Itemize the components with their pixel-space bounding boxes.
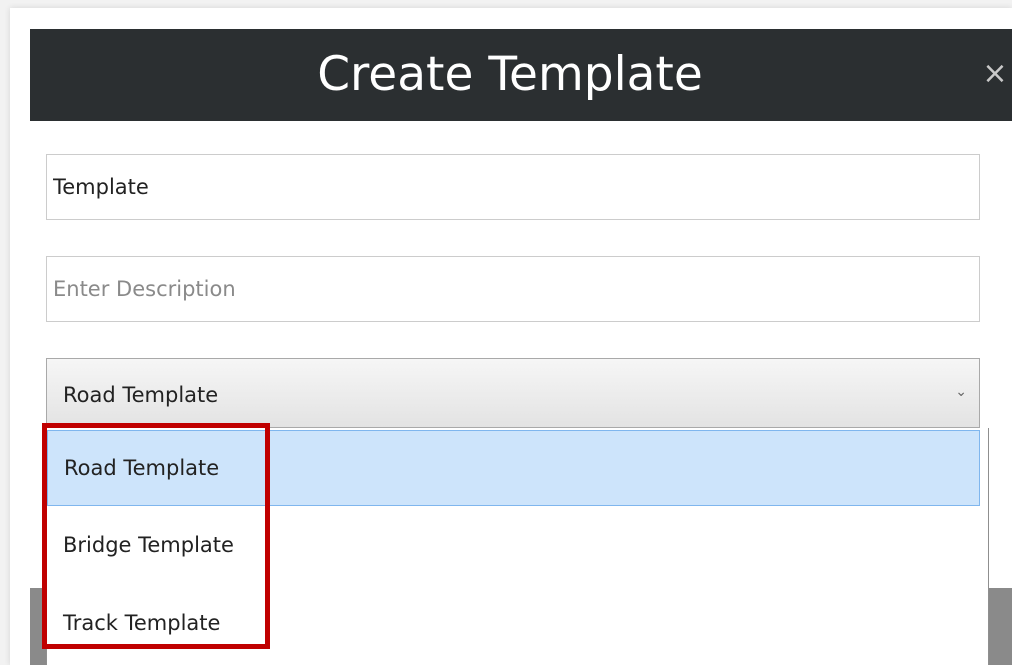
dropdown-option-track-template[interactable]: Track Template <box>47 585 980 661</box>
create-template-dialog: Create Template × Road Template ⌄ Road T… <box>10 8 1012 665</box>
description-input[interactable] <box>46 256 980 322</box>
template-name-input[interactable] <box>46 154 980 220</box>
dialog-header: Create Template × <box>30 29 1012 121</box>
dialog-title: Create Template <box>317 47 703 102</box>
template-type-select[interactable]: Road Template ⌄ <box>46 358 980 428</box>
close-icon[interactable]: × <box>978 29 1012 121</box>
selected-template-type: Road Template <box>63 383 219 407</box>
chevron-down-icon: ⌄ <box>955 384 967 400</box>
footer-bar-left <box>30 588 46 665</box>
footer-bar-right <box>989 588 1012 665</box>
dropdown-option-road-template[interactable]: Road Template <box>47 430 980 506</box>
template-type-dropdown-list: Road Template Bridge Template Track Temp… <box>46 428 989 665</box>
dropdown-option-bridge-template[interactable]: Bridge Template <box>47 507 980 583</box>
